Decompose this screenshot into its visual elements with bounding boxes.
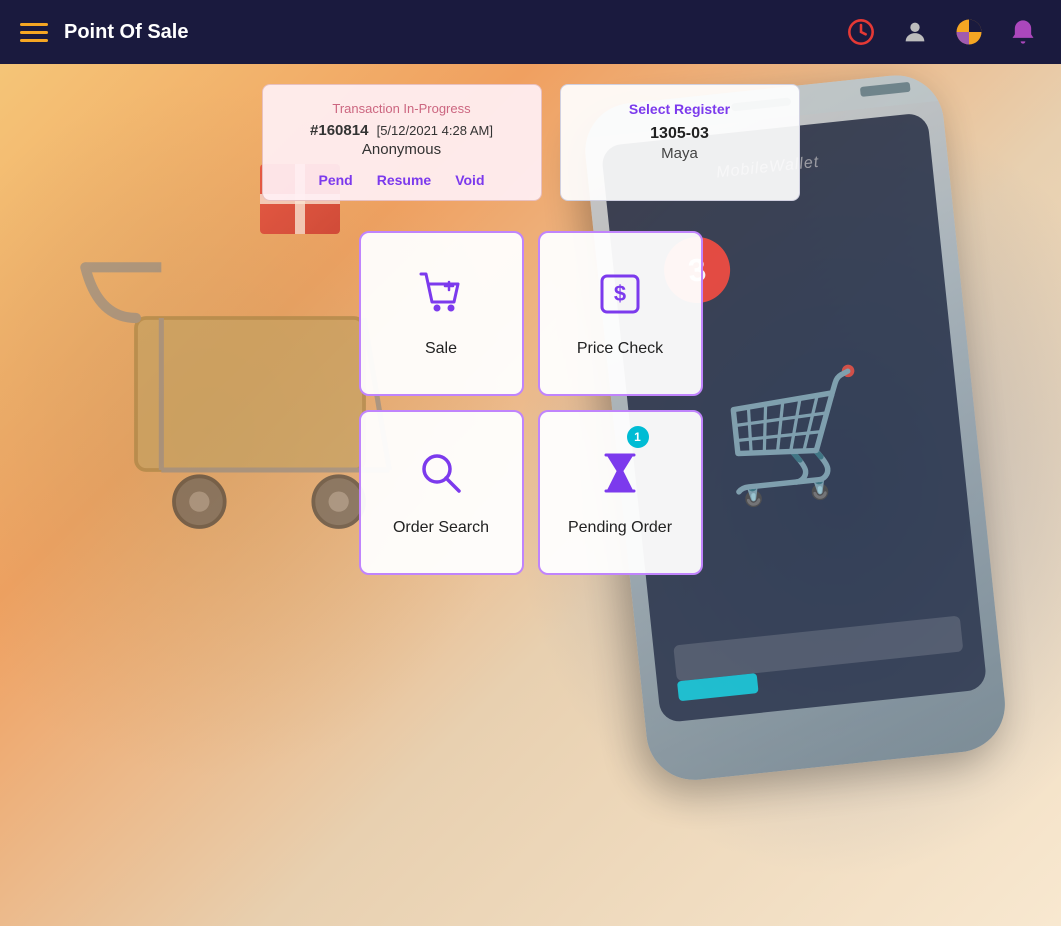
hamburger-line-2 bbox=[20, 31, 48, 34]
register-card: Select Register 1305-03 Maya bbox=[560, 84, 800, 201]
price-check-label: Price Check bbox=[577, 339, 663, 360]
actions-grid: Sale $ Price Check Order Search bbox=[359, 231, 703, 575]
sale-button[interactable]: Sale bbox=[359, 231, 524, 396]
hamburger-line-1 bbox=[20, 23, 48, 26]
user-svg bbox=[901, 18, 929, 46]
pending-order-icon bbox=[594, 447, 646, 508]
main-content: Transaction In-Progress #160814 [5/12/20… bbox=[0, 64, 1061, 926]
register-label: Select Register bbox=[629, 101, 730, 117]
pending-order-button[interactable]: 1 Pending Order bbox=[538, 410, 703, 575]
order-search-button[interactable]: Order Search bbox=[359, 410, 524, 575]
register-name: Maya bbox=[661, 145, 698, 162]
transaction-label: Transaction In-Progress bbox=[332, 101, 470, 116]
pend-button[interactable]: Pend bbox=[319, 172, 353, 188]
price-check-icon: $ bbox=[594, 268, 646, 329]
hamburger-line-3 bbox=[20, 39, 48, 42]
svg-text:$: $ bbox=[614, 281, 626, 306]
cards-row: Transaction In-Progress #160814 [5/12/20… bbox=[262, 84, 800, 201]
app-title: Point Of Sale bbox=[64, 21, 843, 44]
transaction-id: #160814 [5/12/2021 4:28 AM] bbox=[310, 122, 493, 139]
pending-order-label: Pending Order bbox=[568, 518, 672, 539]
order-search-icon bbox=[415, 447, 467, 508]
transaction-actions: Pend Resume Void bbox=[319, 172, 485, 188]
bell-icon[interactable] bbox=[1005, 14, 1041, 50]
topbar: Point Of Sale bbox=[0, 0, 1061, 64]
user-icon[interactable] bbox=[897, 14, 933, 50]
sale-label: Sale bbox=[425, 339, 457, 360]
search-svg bbox=[415, 447, 467, 499]
transaction-card: Transaction In-Progress #160814 [5/12/20… bbox=[262, 84, 542, 201]
pending-badge: 1 bbox=[627, 426, 649, 448]
chart-icon[interactable] bbox=[951, 14, 987, 50]
register-id: 1305-03 bbox=[650, 125, 709, 143]
menu-button[interactable] bbox=[20, 23, 48, 42]
sale-icon bbox=[415, 268, 467, 329]
transaction-name: Anonymous bbox=[362, 141, 441, 158]
resume-button[interactable]: Resume bbox=[377, 172, 431, 188]
trans-date: [5/12/2021 4:28 AM] bbox=[377, 123, 493, 138]
void-button[interactable]: Void bbox=[455, 172, 484, 188]
bell-svg bbox=[1009, 18, 1037, 46]
cart-plus-svg bbox=[415, 268, 467, 320]
chart-svg bbox=[954, 17, 984, 47]
order-search-label: Order Search bbox=[393, 518, 489, 539]
clock-svg bbox=[847, 18, 875, 46]
dollar-square-svg: $ bbox=[594, 268, 646, 320]
trans-id-number: #160814 bbox=[310, 122, 368, 139]
hourglass-svg bbox=[594, 447, 646, 499]
price-check-button[interactable]: $ Price Check bbox=[538, 231, 703, 396]
clock-icon[interactable] bbox=[843, 14, 879, 50]
topbar-icons bbox=[843, 14, 1041, 50]
